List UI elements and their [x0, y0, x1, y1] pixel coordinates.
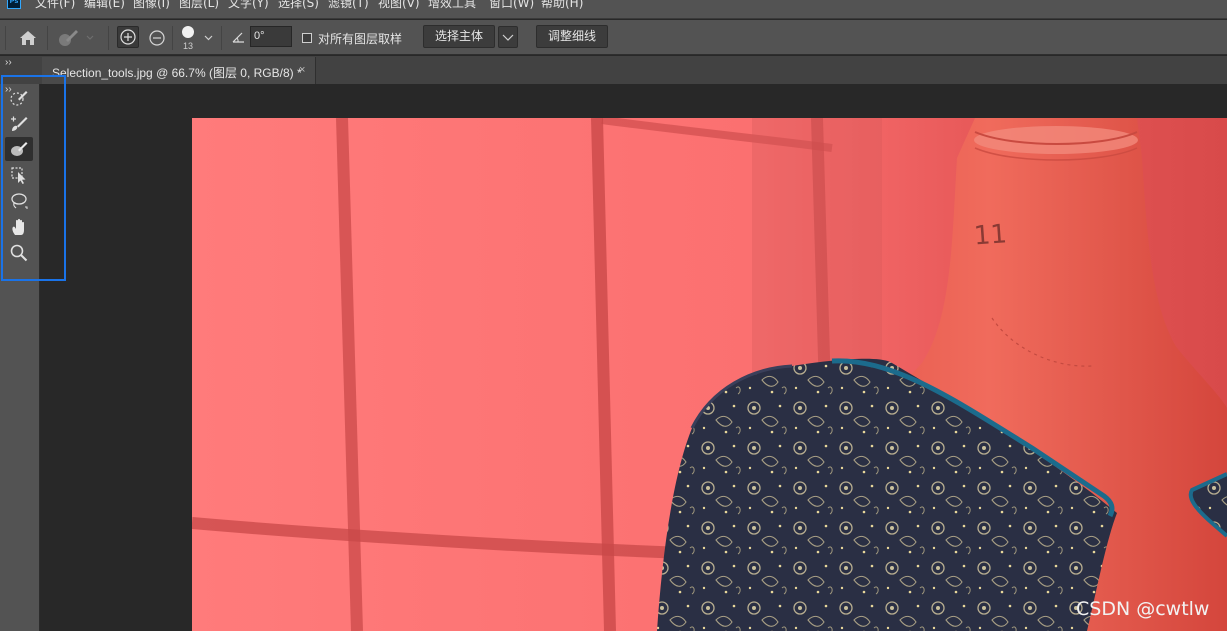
sample-all-layers-checkbox[interactable]: [302, 33, 312, 43]
tool-preset-brush-icon[interactable]: [56, 28, 82, 48]
menu-type[interactable]: 文字(Y): [228, 0, 269, 11]
menu-bar: Ps 文件(F) 编辑(E) 图像(I) 图层(L) 文字(Y) 选择(S) 滤…: [0, 0, 1227, 19]
menu-plugins[interactable]: 增效工具: [428, 0, 476, 11]
preset-chevron-down-icon[interactable]: [86, 35, 94, 41]
angle-icon: [232, 32, 244, 43]
menu-layer[interactable]: 图层(L): [179, 0, 219, 11]
menu-filter[interactable]: 滤镜(T): [328, 0, 369, 11]
add-to-selection-button[interactable]: [117, 26, 139, 48]
canvas-area[interactable]: 11: [41, 84, 1227, 631]
document-tab-title: Selection_tools.jpg @ 66.7% (图层 0, RGB/8…: [52, 66, 302, 80]
document-image[interactable]: 11: [192, 118, 1227, 631]
subtract-from-selection-icon[interactable]: [147, 28, 167, 48]
angle-input[interactable]: 0°: [250, 26, 292, 47]
menu-file[interactable]: 文件(F): [35, 0, 75, 11]
menu-select[interactable]: 选择(S): [278, 0, 319, 11]
photoshop-logo-icon: Ps: [7, 0, 21, 9]
watermark: CSDN @cwtlw: [1076, 598, 1210, 620]
document-tab-bar: ›› Selection_tools.jpg @ 66.7% (图层 0, RG…: [0, 56, 1227, 84]
refine-edge-button[interactable]: 调整细线: [536, 25, 608, 48]
masked-photo-mannequin: 11: [192, 118, 1227, 631]
separator: [47, 26, 48, 50]
brush-size-label: 13: [183, 41, 194, 51]
home-icon[interactable]: [19, 30, 37, 46]
panel-collapse-icon[interactable]: ››: [5, 57, 12, 68]
separator: [221, 26, 222, 50]
close-icon[interactable]: ×: [299, 64, 305, 76]
select-subject-dropdown[interactable]: [498, 26, 518, 48]
brush-size-chevron-down-icon[interactable]: [204, 35, 213, 41]
chevron-down-icon: [502, 34, 514, 41]
options-bar: 13 0° 对所有图层取样 选择主体 调整细线: [0, 20, 1227, 55]
menu-help[interactable]: 帮助(H): [541, 0, 583, 11]
sample-all-layers-label: 对所有图层取样: [318, 32, 403, 46]
svg-text:11: 11: [973, 219, 1008, 251]
separator: [108, 26, 109, 50]
menu-window[interactable]: 窗口(W): [489, 0, 534, 11]
select-subject-button[interactable]: 选择主体: [423, 25, 495, 48]
menu-edit[interactable]: 编辑(E): [84, 0, 125, 11]
document-tab[interactable]: Selection_tools.jpg @ 66.7% (图层 0, RGB/8…: [42, 57, 316, 84]
brush-tip-icon[interactable]: [182, 26, 194, 38]
menu-image[interactable]: 图像(I): [133, 0, 170, 11]
menu-view[interactable]: 视图(V): [378, 0, 420, 11]
tool-group-highlight: [1, 75, 66, 281]
separator: [172, 26, 173, 50]
add-circle-icon: [120, 29, 136, 45]
options-grip: [5, 26, 6, 50]
